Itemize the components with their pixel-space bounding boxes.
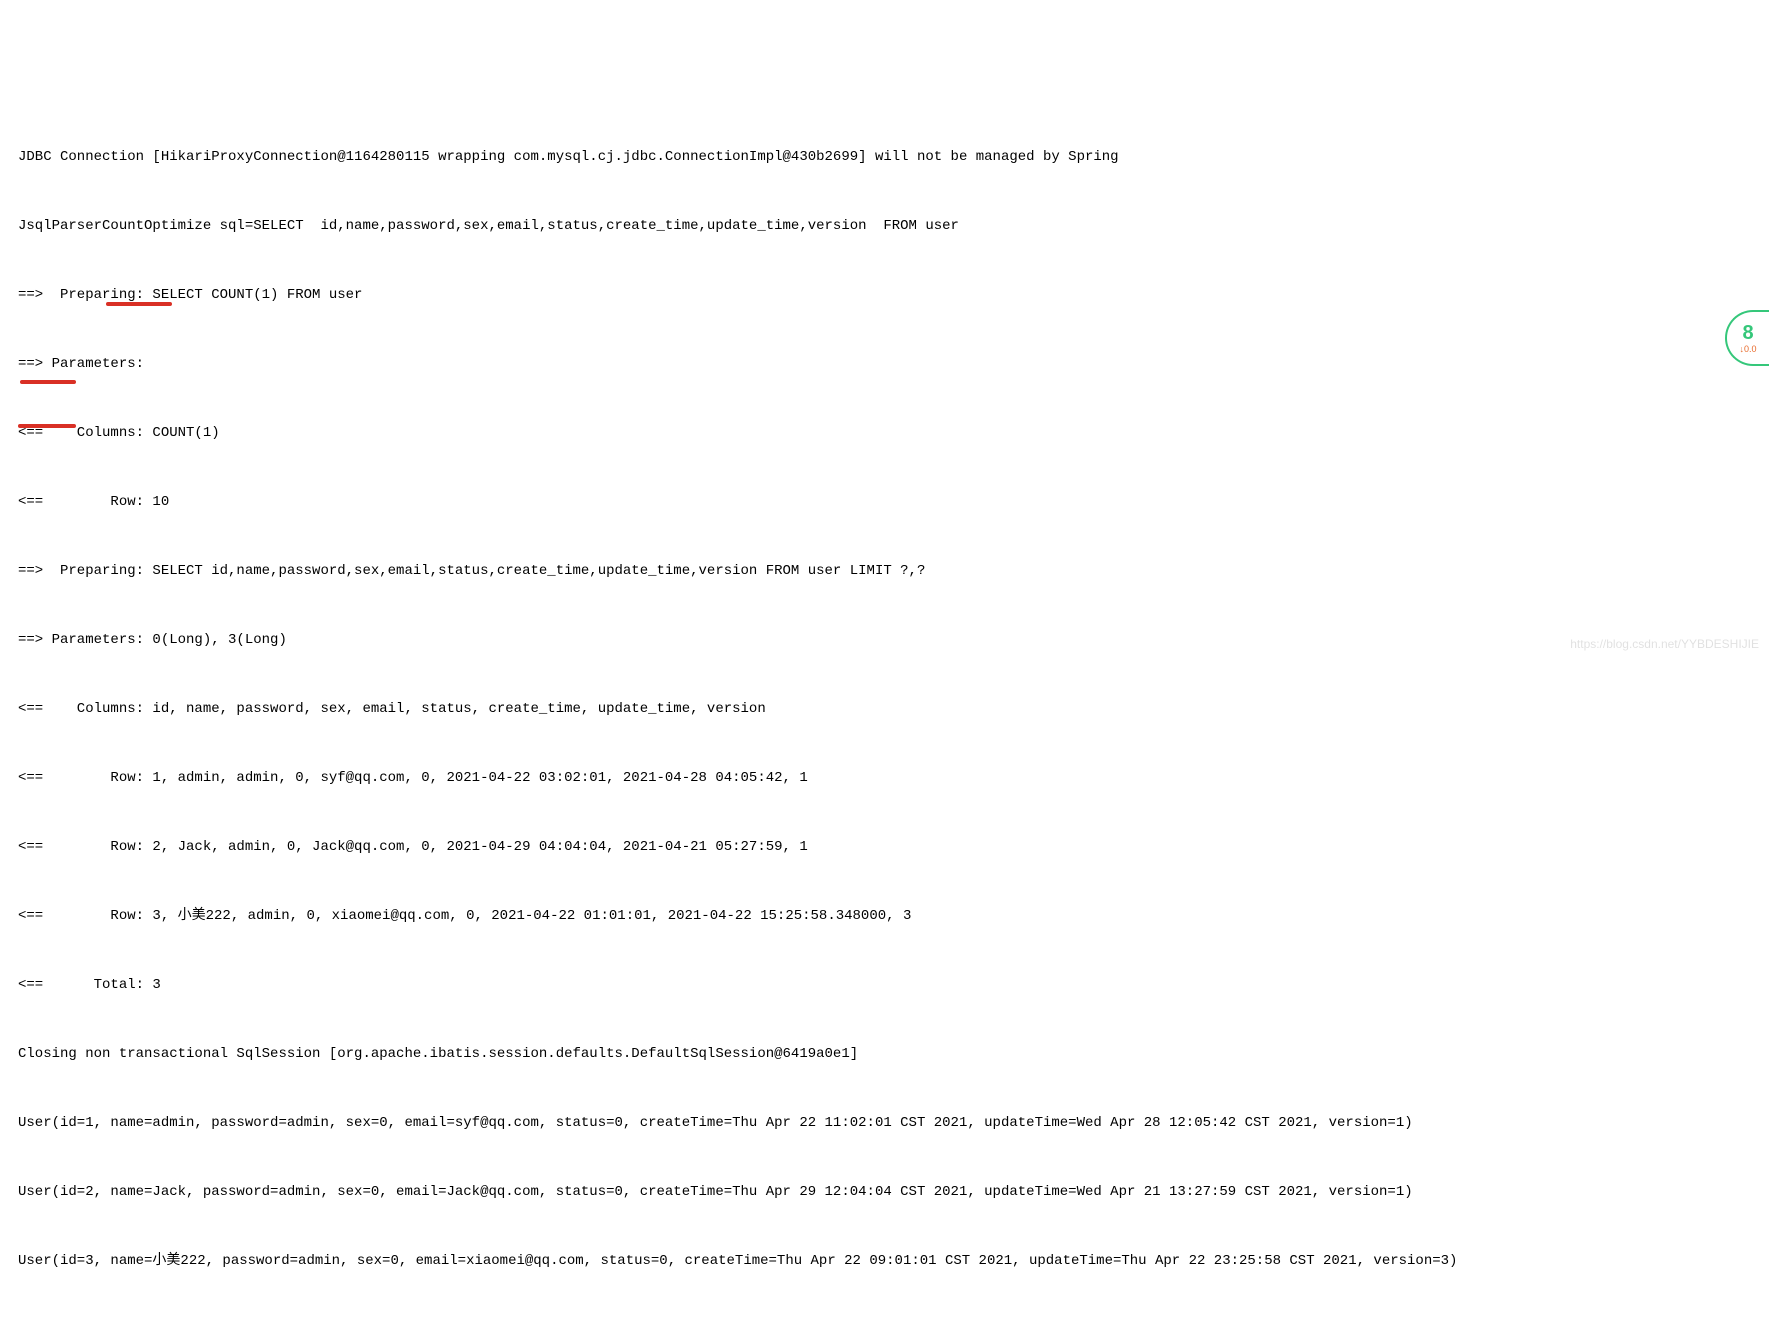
log-line: JDBC Connection [HikariProxyConnection@1… [18, 146, 1751, 169]
score-delta: ↓0.0 [1739, 345, 1756, 354]
score-value: 8 [1742, 323, 1753, 343]
log-line: <== Row: 2, Jack, admin, 0, Jack@qq.com,… [18, 836, 1751, 859]
log-line: User(id=1, name=admin, password=admin, s… [18, 1112, 1751, 1135]
log-line: ==> Preparing: SELECT id,name,password,s… [18, 560, 1751, 583]
log-line: <== Columns: id, name, password, sex, em… [18, 698, 1751, 721]
log-line: Closing non transactional SqlSession [or… [18, 1043, 1751, 1066]
console-output: JDBC Connection [HikariProxyConnection@1… [18, 100, 1751, 1320]
log-line: <== Row: 3, 小美222, admin, 0, xiaomei@qq.… [18, 905, 1751, 928]
log-line: ==> Parameters: 0(Long), 3(Long) [18, 629, 1751, 652]
log-line: JsqlParserCountOptimize sql=SELECT id,na… [18, 215, 1751, 238]
log-line: <== Columns: COUNT(1) [18, 422, 1751, 445]
log-line: ==> Parameters: [18, 353, 1751, 376]
log-line: ==> Preparing: SELECT COUNT(1) FROM user [18, 284, 1751, 307]
log-line: User(id=3, name=小美222, password=admin, s… [18, 1250, 1751, 1273]
log-line: 10 [18, 1319, 1751, 1320]
log-line: <== Total: 3 [18, 974, 1751, 997]
log-line: User(id=2, name=Jack, password=admin, se… [18, 1181, 1751, 1204]
watermark: https://blog.csdn.net/YYBDESHIJIE [1570, 633, 1759, 656]
log-line: <== Row: 10 [18, 491, 1751, 514]
log-line: <== Row: 1, admin, admin, 0, syf@qq.com,… [18, 767, 1751, 790]
